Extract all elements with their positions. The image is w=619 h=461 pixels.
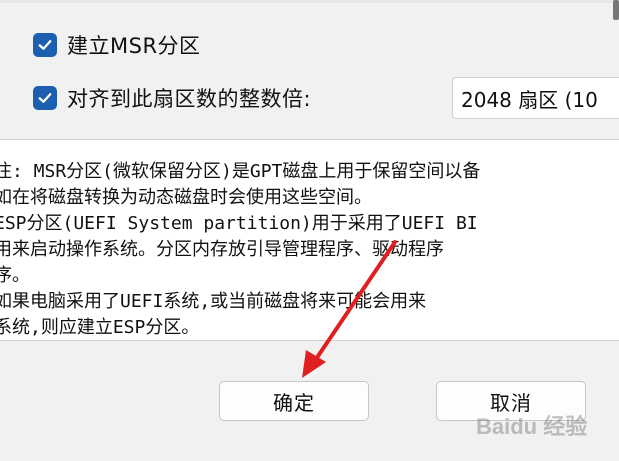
note-line: ESP分区(UEFI System partition)用于采用了UEFI BI <box>0 213 478 234</box>
align-checkbox[interactable] <box>33 86 57 110</box>
msr-label: 建立MSR分区 <box>67 34 201 58</box>
msr-checkbox[interactable] <box>33 33 57 57</box>
checkmark-icon <box>38 93 52 103</box>
align-label: 对齐到此扇区数的整数倍: <box>67 87 312 111</box>
note-line: 序。 <box>0 265 30 286</box>
msr-option[interactable]: 建立MSR分区 <box>33 31 201 59</box>
note-panel: 注: MSR分区(微软保留分区)是GPT磁盘上用于保留空间以备 如在将磁盘转换为… <box>0 139 619 341</box>
note-line: 用来启动操作系统。分区内存放引导管理程序、驱动程序 <box>0 239 444 260</box>
note-line: 注: MSR分区(微软保留分区)是GPT磁盘上用于保留空间以备 <box>0 161 481 182</box>
sector-alignment-select[interactable]: 2048 扇区 (10 <box>452 77 619 119</box>
watermark-logo: Baidu 经验 <box>476 408 619 442</box>
scroll-edge <box>613 0 619 20</box>
top-edge <box>0 0 619 3</box>
note-line: 如果电脑采用了UEFI系统,或当前磁盘将来可能会用来 <box>0 291 427 312</box>
checkmark-icon <box>38 40 52 50</box>
watermark-text: Baidu 经验 <box>476 414 588 439</box>
ok-button[interactable]: 确定 <box>219 381 369 421</box>
align-option[interactable]: 对齐到此扇区数的整数倍: <box>33 84 311 112</box>
note-line: 如在将磁盘转换为动态磁盘时会使用这些空间。 <box>0 187 372 208</box>
sector-alignment-value: 2048 扇区 (10 <box>461 87 598 112</box>
note-line: 系统,则应建立ESP分区。 <box>0 317 200 338</box>
